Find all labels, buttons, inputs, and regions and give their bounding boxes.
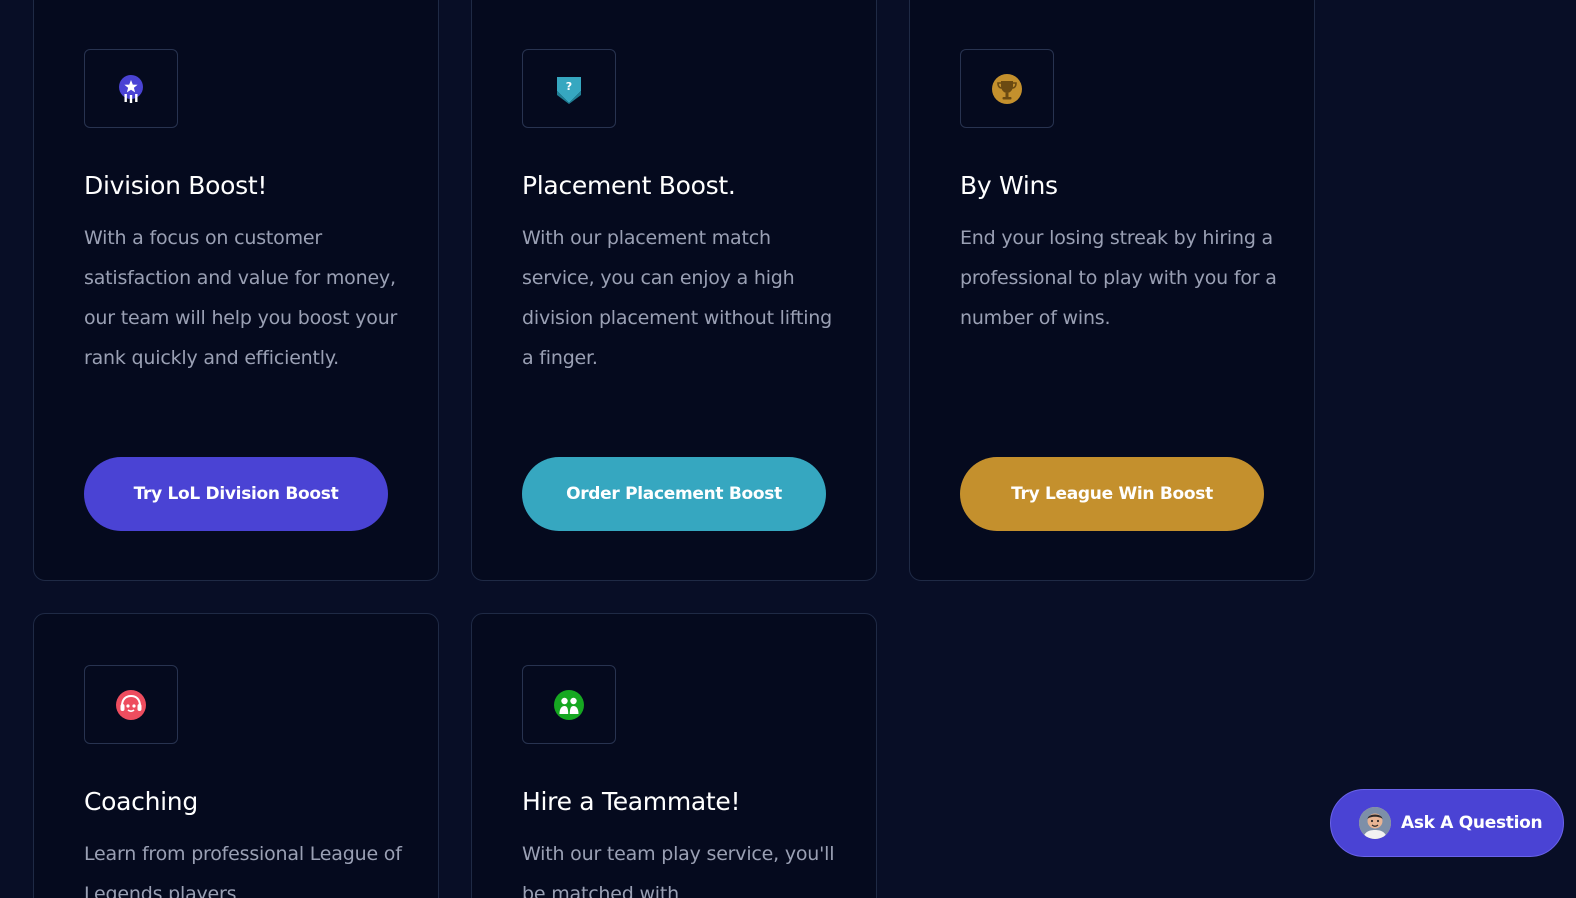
agent-face-icon [1359,807,1391,839]
placement-boost-description: With our placement match service, you ca… [522,227,833,369]
hire-teammate-description: With our team play service, you'll be ma… [522,843,835,898]
division-boost-title: Division Boost! [84,171,268,200]
ask-a-question-label: Ask A Question [1401,813,1543,833]
ask-a-question-button[interactable]: Ask A Question [1330,789,1564,857]
teammate-duo-icon [554,689,584,720]
placement-shield-icon: ? [557,76,581,104]
coach-face-icon [116,689,146,720]
rank-badge-icon [119,74,143,103]
support-agent-avatar [1359,807,1391,839]
by-wins-description: End your losing streak by hiring a profe… [960,227,1277,329]
coaching-icon-frame [84,665,178,744]
hire-teammate-icon-frame [522,665,616,744]
service-card-division-boost: Division Boost! With a focus on customer… [33,0,439,581]
service-card-coaching: Coaching Learn from professional League … [33,613,439,898]
services-section: Division Boost! With a focus on customer… [0,0,1576,898]
trophy-icon [992,73,1022,104]
by-wins-title: By Wins [960,171,1058,200]
division-boost-description: With a focus on customer satisfaction an… [84,227,398,369]
placement-boost-icon-frame: ? [522,49,616,128]
placement-boost-title: Placement Boost. [522,171,736,200]
service-card-hire-teammate: Hire a Teammate! With our team play serv… [471,613,877,898]
try-league-win-boost-button[interactable]: Try League Win Boost [960,457,1264,531]
coaching-description: Learn from professional League of Legend… [84,843,402,898]
hire-teammate-title: Hire a Teammate! [522,787,741,816]
service-card-by-wins: By Wins End your losing streak by hiring… [909,0,1315,581]
try-division-boost-button[interactable]: Try LoL Division Boost [84,457,388,531]
svg-text:?: ? [566,80,572,93]
by-wins-icon-frame [960,49,1054,128]
service-card-placement-boost: ? Placement Boost. With our placement ma… [471,0,877,581]
coaching-title: Coaching [84,787,198,816]
order-placement-boost-button[interactable]: Order Placement Boost [522,457,826,531]
division-boost-icon-frame [84,49,178,128]
